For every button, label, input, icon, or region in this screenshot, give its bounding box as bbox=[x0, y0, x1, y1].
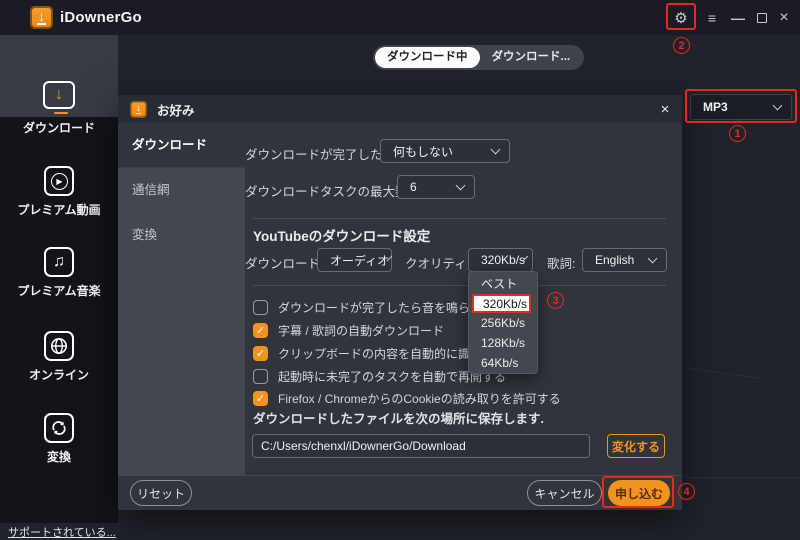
tab-downloaded[interactable]: ダウンロード... bbox=[480, 47, 583, 68]
dialog-tab-network[interactable]: 通信網 bbox=[118, 168, 245, 213]
sidebar-item-premium-music[interactable]: ♫ プレミアム音楽 bbox=[0, 247, 118, 299]
checkbox-unchecked-icon[interactable] bbox=[253, 368, 268, 384]
max-tasks-label: ダウンロードタスクの最大数: bbox=[245, 185, 411, 199]
section-divider bbox=[253, 218, 666, 219]
checkbox-unchecked-icon[interactable] bbox=[253, 299, 268, 315]
download-tabs: ダウンロード中 ダウンロード... bbox=[373, 45, 585, 70]
supported-sites-link[interactable]: サポートされている... bbox=[8, 524, 116, 540]
bottom-divider bbox=[682, 477, 800, 478]
quality-option-best[interactable]: ベスト bbox=[469, 274, 537, 294]
checkbox-checked-icon[interactable]: ✓ bbox=[253, 345, 268, 361]
annotation-circle-4: 4 bbox=[678, 483, 695, 500]
maximize-icon bbox=[757, 12, 767, 23]
checkbox-checked-icon[interactable]: ✓ bbox=[253, 390, 268, 406]
chevron-down-icon bbox=[490, 144, 501, 155]
annotation-circle-2: 2 bbox=[673, 37, 690, 54]
annotation-circle-3: 3 bbox=[547, 292, 564, 309]
minimize-button[interactable]: — bbox=[726, 0, 750, 35]
sidebar-item-download[interactable]: ↓ ダウンロード bbox=[0, 81, 118, 136]
tab-downloading[interactable]: ダウンロード中 bbox=[375, 47, 480, 68]
download-icon: ↓ bbox=[43, 81, 75, 114]
app-logo-icon: ↓ bbox=[30, 6, 53, 29]
quality-option-64[interactable]: 64Kb/s bbox=[469, 353, 537, 373]
empty-state-hint bbox=[688, 367, 763, 380]
yt-download-label: ダウンロード: bbox=[245, 257, 324, 271]
app-title: iDownerGo bbox=[60, 9, 142, 26]
dialog-tab-list: ダウンロード 通信網 変換 bbox=[118, 123, 245, 475]
sidebar-item-online[interactable]: オンライン bbox=[0, 331, 118, 383]
chevron-down-icon bbox=[455, 180, 466, 191]
annotation-box-format bbox=[685, 89, 797, 123]
on-complete-select[interactable]: 何もしない bbox=[380, 139, 510, 163]
dialog-title: お好み bbox=[157, 103, 195, 118]
dialog-footer: リセット キャンセル 申し込む bbox=[118, 475, 682, 510]
cancel-button[interactable]: キャンセル bbox=[527, 480, 602, 506]
premium-video-icon: ▶ bbox=[44, 166, 74, 196]
quality-option-320[interactable]: 320Kb/s bbox=[472, 294, 531, 313]
checkbox-row-cookies[interactable]: ✓ Firefox / ChromeからのCookieの読み取りを許可する bbox=[253, 387, 561, 409]
save-path-input[interactable] bbox=[252, 434, 590, 458]
checkbox-row-sound[interactable]: ダウンロードが完了したら音を鳴らす bbox=[253, 296, 482, 318]
online-globe-icon bbox=[44, 331, 74, 361]
quality-option-256[interactable]: 256Kb/s bbox=[469, 313, 537, 333]
app-sidebar: ↓ ダウンロード ▶ プレミアム動画 ♫ プレミアム音楽 オンライン 変換 サポ… bbox=[0, 35, 118, 539]
dialog-logo-icon: ↓ bbox=[130, 100, 147, 118]
dialog-header: ↓ お好み × bbox=[118, 95, 682, 123]
window-close-button[interactable]: × bbox=[772, 0, 796, 35]
menu-icon[interactable]: ≡ bbox=[700, 0, 724, 35]
sidebar-item-convert[interactable]: 変換 bbox=[0, 413, 118, 465]
checkbox-row-subtitles[interactable]: ✓ 字幕 / 歌詞の自動ダウンロード bbox=[253, 319, 444, 341]
chevron-down-icon bbox=[647, 253, 658, 264]
yt-lyrics-select[interactable]: English bbox=[582, 248, 667, 272]
on-complete-label: ダウンロードが完了したら bbox=[245, 148, 396, 162]
annotation-box-apply bbox=[602, 476, 674, 508]
convert-icon bbox=[44, 413, 74, 443]
section-divider bbox=[253, 285, 666, 286]
annotation-box-gear bbox=[666, 3, 696, 30]
save-path-label: ダウンロードしたファイルを次の場所に保存します. bbox=[253, 412, 544, 426]
sidebar-item-premium-video[interactable]: ▶ プレミアム動画 bbox=[0, 166, 118, 218]
annotation-circle-1: 1 bbox=[729, 125, 746, 142]
dialog-close-icon[interactable]: × bbox=[652, 95, 678, 123]
maximize-button[interactable] bbox=[750, 0, 774, 35]
dialog-content: ダウンロードが完了したら 何もしない ダウンロードタスクの最大数: 6 YouT… bbox=[245, 123, 682, 475]
max-tasks-select[interactable]: 6 bbox=[397, 175, 475, 199]
dialog-tab-download[interactable]: ダウンロード bbox=[118, 123, 245, 168]
checkbox-checked-icon[interactable]: ✓ bbox=[253, 322, 268, 338]
quality-option-128[interactable]: 128Kb/s bbox=[469, 333, 537, 353]
preferences-dialog: ↓ お好み × ダウンロード 通信網 変換 ダウンロードが完了したら 何もしない… bbox=[118, 95, 682, 510]
reset-button[interactable]: リセット bbox=[130, 480, 192, 506]
quality-dropdown-panel: ベスト 320Kb/s 256Kb/s 128Kb/s 64Kb/s bbox=[468, 271, 538, 374]
yt-quality-select[interactable]: 320Kb/s bbox=[468, 248, 533, 272]
premium-music-icon: ♫ bbox=[44, 247, 74, 277]
youtube-settings-title: YouTubeのダウンロード設定 bbox=[253, 229, 431, 244]
change-path-button[interactable]: 変化する bbox=[607, 434, 665, 458]
yt-download-select[interactable]: オーディオ bbox=[317, 248, 393, 272]
yt-lyrics-label: 歌詞: bbox=[547, 257, 576, 271]
dialog-tab-convert[interactable]: 変換 bbox=[118, 213, 245, 258]
